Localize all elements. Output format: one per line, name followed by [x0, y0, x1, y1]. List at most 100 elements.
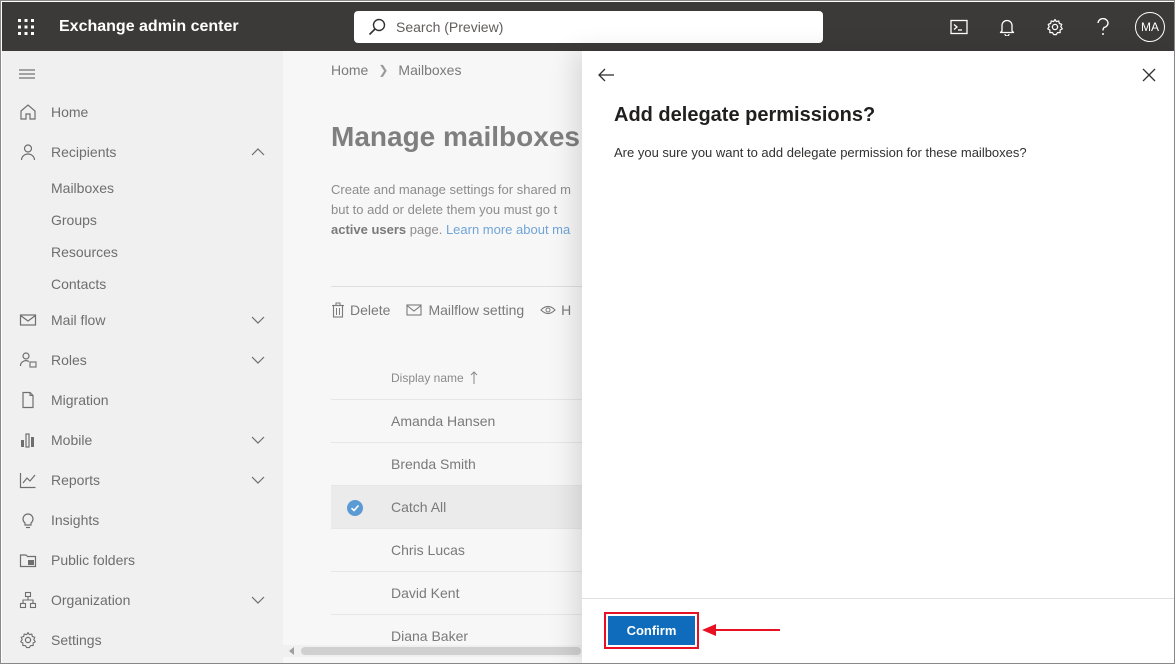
display-name-cell: Amanda Hansen	[391, 413, 496, 429]
bell-icon	[999, 19, 1015, 36]
sidebar-subitem-resources[interactable]: Resources	[51, 244, 118, 260]
chevron-up-icon	[251, 148, 265, 156]
hide-button[interactable]: H	[540, 302, 571, 318]
sidebar-item-label: Public folders	[51, 552, 136, 568]
chevron-down-icon	[251, 356, 265, 364]
sidebar-subitem-groups[interactable]: Groups	[51, 212, 97, 228]
gear-icon	[1047, 18, 1063, 35]
avatar[interactable]: MA	[1135, 11, 1165, 42]
sidebar-item-label: Reports	[51, 472, 101, 488]
sidebar-subitem-contacts[interactable]: Contacts	[51, 276, 106, 292]
command-bar: Delete Mailflow setting H	[331, 301, 583, 319]
notifications-button[interactable]	[983, 2, 1031, 51]
help-button[interactable]	[1079, 2, 1127, 51]
sidebar-item-public-folders[interactable]: Public folders	[2, 540, 283, 580]
sidebar-item-organization[interactable]: Organization	[2, 580, 283, 620]
learn-more-link[interactable]: Learn more about ma	[446, 222, 570, 237]
sidebar-item-label: Organization	[51, 592, 131, 608]
mailflow-setting-button[interactable]: Mailflow setting	[406, 302, 524, 318]
sidebar-subitem-mailboxes[interactable]: Mailboxes	[51, 180, 114, 196]
settings-button[interactable]	[1031, 2, 1079, 51]
hide-label: H	[561, 302, 572, 318]
sidebar-item-home[interactable]: Home	[2, 92, 283, 132]
description-bold: active users	[331, 222, 407, 237]
help-icon	[1097, 17, 1109, 35]
sidebar-item-migration[interactable]: Migration	[2, 380, 283, 420]
page-title: Manage mailboxes	[331, 121, 580, 152]
column-header-display-name[interactable]: Display name	[391, 371, 479, 385]
sidebar-item-insights[interactable]: Insights	[2, 500, 283, 540]
close-icon[interactable]	[1140, 66, 1158, 84]
waffle-icon	[18, 18, 34, 35]
sidebar-item-mail-flow[interactable]: Mail flow	[2, 300, 283, 340]
mailflow-setting-label: Mailflow setting	[428, 302, 525, 318]
table-row[interactable]: David Kent	[331, 571, 583, 614]
sidebar-item-label: Migration	[51, 392, 109, 408]
app-title[interactable]: Exchange admin center	[59, 18, 239, 36]
left-navigation: Home Recipients Mailboxes Groups Resourc…	[2, 51, 283, 663]
page-description: Create and manage settings for shared m …	[331, 180, 583, 240]
app-window: Exchange admin center Search (Preview) M…	[0, 0, 1175, 664]
mail-settings-icon	[406, 304, 423, 316]
footer-divider	[582, 598, 1174, 599]
main-content: Home ❯ Mailboxes Manage mailboxes Create…	[283, 51, 583, 663]
lightbulb-icon	[22, 513, 34, 529]
eye-off-icon	[540, 305, 556, 315]
reports-icon	[19, 473, 36, 489]
collapse-nav-button[interactable]	[19, 66, 37, 79]
hamburger-icon	[19, 69, 35, 79]
breadcrumb-home[interactable]: Home	[331, 62, 368, 78]
horizontal-scrollbar[interactable]	[283, 645, 583, 657]
breadcrumb: Home ❯ Mailboxes	[331, 62, 461, 78]
sidebar-item-label: Roles	[51, 352, 87, 368]
cloud-shell-button[interactable]	[935, 2, 983, 51]
table-row[interactable]: Amanda Hansen	[331, 399, 583, 442]
chevron-down-icon	[251, 436, 265, 444]
scroll-left-icon	[289, 647, 294, 655]
description-line: but to add or delete them you must go t	[331, 202, 558, 217]
table-row[interactable]: Chris Lucas	[331, 528, 583, 571]
display-name-cell: David Kent	[391, 585, 460, 601]
top-icons: MA	[935, 2, 1174, 51]
sidebar-item-mobile[interactable]: Mobile	[2, 420, 283, 460]
panel-title: Add delegate permissions?	[614, 104, 876, 126]
sidebar-item-label: Home	[51, 104, 89, 120]
column-header-label: Display name	[391, 371, 464, 385]
sidebar-item-reports[interactable]: Reports	[2, 460, 283, 500]
search-box[interactable]: Search (Preview)	[354, 11, 823, 43]
search-icon	[368, 18, 386, 36]
organization-icon	[19, 591, 37, 609]
sidebar-item-label: Mail flow	[51, 312, 106, 328]
scrollbar-thumb[interactable]	[301, 647, 581, 655]
mail-icon	[19, 314, 37, 326]
panel-message: Are you sure you want to add delegate pe…	[614, 145, 1027, 160]
sidebar-item-label: Mobile	[51, 432, 93, 448]
confirm-highlight-box: Confirm	[604, 612, 699, 649]
sidebar-item-settings[interactable]: Settings	[2, 620, 283, 660]
roles-icon	[19, 352, 37, 368]
breadcrumb-mailboxes: Mailboxes	[398, 62, 462, 78]
confirm-button[interactable]: Confirm	[608, 616, 695, 645]
delete-button[interactable]: Delete	[331, 302, 390, 318]
chevron-down-icon	[251, 476, 265, 484]
gear-icon	[20, 631, 36, 649]
checkmark-circle-icon[interactable]	[347, 500, 363, 516]
back-arrow-icon[interactable]	[596, 65, 616, 85]
table-row[interactable]: Brenda Smith	[331, 442, 583, 485]
table-row[interactable]: Catch All	[331, 485, 583, 528]
annotation-arrow-icon	[702, 624, 780, 636]
divider	[331, 286, 583, 287]
display-name-cell: Diana Baker	[391, 628, 469, 644]
sidebar-item-label: Insights	[51, 512, 100, 528]
top-bar: Exchange admin center Search (Preview) M…	[2, 2, 1174, 51]
migration-icon	[22, 391, 34, 409]
sidebar-item-recipients[interactable]: Recipients	[2, 132, 283, 172]
delete-label: Delete	[350, 302, 391, 318]
mobile-icon	[21, 433, 34, 448]
sidebar-item-roles[interactable]: Roles	[2, 340, 283, 380]
sidebar-item-label: Recipients	[51, 144, 117, 160]
chevron-right-icon: ❯	[378, 63, 389, 77]
chevron-down-icon	[251, 316, 265, 324]
app-launcher-button[interactable]	[2, 2, 50, 51]
display-name-cell: Chris Lucas	[391, 542, 465, 558]
